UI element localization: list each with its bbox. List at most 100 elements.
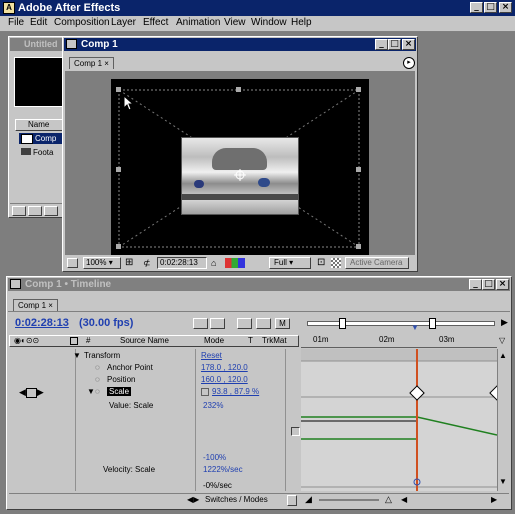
- camera-icon[interactable]: ⌂: [211, 257, 221, 269]
- work-area-start-handle[interactable]: [339, 318, 346, 329]
- timeline-minimize-button[interactable]: _: [469, 279, 482, 290]
- trkmat-col[interactable]: TrkMat: [262, 336, 287, 346]
- comp-timecode[interactable]: 0:02:28:13: [157, 257, 207, 269]
- snapshot-icon[interactable]: ⊞: [125, 257, 137, 269]
- anchor-point-label: Anchor Point: [107, 363, 153, 372]
- comp-timecode-value: 0:02:28:13: [160, 258, 198, 267]
- comp-marker-icon[interactable]: [193, 318, 208, 329]
- scale-stopwatch-icon[interactable]: ◌: [95, 387, 100, 396]
- menu-window[interactable]: Window: [247, 16, 291, 30]
- comp-titlebar: Comp 1 _ □ ×: [64, 38, 416, 51]
- menu-help[interactable]: Help: [287, 16, 316, 30]
- source-name-col[interactable]: Source Name: [120, 336, 169, 346]
- t-col[interactable]: T: [248, 336, 253, 346]
- comp-tab[interactable]: Comp 1 ×: [69, 57, 114, 69]
- scale-twirl-icon[interactable]: ▼: [87, 387, 95, 396]
- timeline-maximize-button[interactable]: □: [482, 279, 495, 290]
- time-ruler[interactable]: 01m 02m 03m: [301, 335, 497, 348]
- menu-effect[interactable]: Effect: [139, 16, 172, 30]
- h-scroll-right-icon[interactable]: ▶: [491, 495, 497, 504]
- anchor-point-value[interactable]: 178.0 , 120.0: [201, 363, 248, 372]
- current-time-marker-icon[interactable]: ▼: [411, 324, 419, 332]
- project-item-comp-label: Comp: [35, 134, 57, 143]
- graph-checkbox[interactable]: [291, 427, 300, 436]
- comp-close-button[interactable]: ×: [402, 39, 415, 50]
- graph-toggle-icon[interactable]: [287, 495, 297, 506]
- work-area-bar[interactable]: ▼: [303, 317, 499, 332]
- draft-3d-icon[interactable]: [237, 318, 252, 329]
- position-stopwatch-icon[interactable]: ◌: [95, 375, 100, 384]
- timeline-tab[interactable]: Comp 1 ×: [13, 299, 58, 311]
- comp-window: Comp 1 _ □ × Comp 1 × ▸ 100% ▾ ⊞ ⊄ 0:02:…: [62, 36, 418, 272]
- maximize-button[interactable]: □: [484, 2, 497, 13]
- trash-icon[interactable]: [44, 206, 58, 216]
- scale-label[interactable]: Scale: [107, 387, 132, 396]
- scale-value[interactable]: 93.8 , 87.9 %: [212, 387, 259, 396]
- new-comp-icon[interactable]: [28, 206, 42, 216]
- comp-maximize-button[interactable]: □: [388, 39, 401, 50]
- menu-layer[interactable]: Layer: [107, 16, 140, 30]
- timeline-window-icon: [10, 279, 21, 289]
- project-title: Untitled: [24, 39, 58, 49]
- safe-zones-icon[interactable]: [67, 258, 78, 268]
- graph-area[interactable]: [301, 349, 497, 491]
- zoom-out-icon[interactable]: ◢: [305, 494, 312, 505]
- comp-viewer[interactable]: [65, 71, 415, 255]
- footage-blue-spot-2: [258, 178, 270, 187]
- footage-dark-shape: [212, 148, 267, 170]
- transform-twirl-icon[interactable]: ▼: [73, 351, 81, 360]
- anchor-stopwatch-icon[interactable]: ◌: [95, 363, 100, 372]
- timeline-nav-right-icon[interactable]: ▶: [501, 317, 508, 328]
- outline-divider-1: [75, 349, 76, 491]
- scale-link-icon[interactable]: [201, 388, 209, 396]
- frame-blend-icon[interactable]: [256, 318, 271, 329]
- mode-col[interactable]: Mode: [204, 336, 224, 346]
- switches-modes-toggle[interactable]: Switches / Modes: [205, 495, 268, 504]
- footage-blue-spot: [194, 180, 204, 188]
- zoom-dropdown[interactable]: 100% ▾: [83, 257, 121, 269]
- velocity-zero: -0%/sec: [203, 481, 232, 490]
- menu-animation[interactable]: Animation: [172, 16, 224, 30]
- timeline-vertical-scrollbar[interactable]: ▲ ▼: [497, 349, 510, 491]
- project-item-footage[interactable]: Foota: [19, 147, 65, 158]
- zoom-in-icon[interactable]: △: [385, 494, 392, 505]
- footer-left-icon[interactable]: ◀▶: [187, 495, 199, 504]
- ruler-end-icon[interactable]: ▽: [499, 336, 505, 345]
- folder-icon[interactable]: [12, 206, 26, 216]
- comp-minimize-button[interactable]: _: [375, 39, 388, 50]
- menu-file[interactable]: File: [4, 16, 28, 30]
- scroll-down-icon[interactable]: ▼: [499, 477, 507, 486]
- zoom-value: 100%: [86, 258, 107, 267]
- region-of-interest-icon[interactable]: ⊡: [317, 257, 329, 269]
- project-item-comp[interactable]: Comp: [19, 133, 65, 144]
- menu-view[interactable]: View: [220, 16, 250, 30]
- menu-composition[interactable]: Composition: [50, 16, 114, 30]
- project-window: Untitled Name Comp Foota: [8, 36, 66, 218]
- comp-item-icon: [21, 134, 33, 144]
- resolution-dropdown[interactable]: Full ▾: [269, 257, 311, 269]
- h-scroll-left-icon[interactable]: ◀: [401, 495, 407, 504]
- minimize-button[interactable]: _: [470, 2, 483, 13]
- menu-edit[interactable]: Edit: [26, 16, 51, 30]
- project-titlebar: Untitled: [10, 38, 65, 51]
- work-area-end-handle[interactable]: [429, 318, 436, 329]
- live-update-icon[interactable]: [210, 318, 225, 329]
- ruler-label-01m: 01m: [313, 335, 329, 344]
- camera-view-dropdown[interactable]: Active Camera: [345, 257, 409, 269]
- motion-blur-icon[interactable]: M: [275, 318, 290, 329]
- reset-link[interactable]: Reset: [201, 351, 222, 360]
- velocity-scale-label: Velocity: Scale: [103, 465, 156, 474]
- zoom-slider[interactable]: [319, 499, 379, 501]
- project-thumbnail: [14, 57, 66, 107]
- scroll-up-icon[interactable]: ▲: [499, 351, 507, 360]
- position-value[interactable]: 160.0 , 120.0: [201, 375, 248, 384]
- timeline-close-button[interactable]: ×: [496, 279, 509, 290]
- show-channel-icon[interactable]: [225, 258, 245, 268]
- timeline-fps: (30.00 fps): [79, 317, 134, 329]
- comp-options-arrow-icon[interactable]: ▸: [403, 57, 415, 69]
- timeline-timecode[interactable]: 0:02:28:13: [15, 317, 69, 329]
- anchor-point-icon[interactable]: [234, 169, 246, 181]
- close-button[interactable]: ×: [499, 2, 512, 13]
- transparency-grid-icon[interactable]: [331, 258, 341, 268]
- keyframe-nav-icon[interactable]: ◀ ▶: [19, 387, 44, 398]
